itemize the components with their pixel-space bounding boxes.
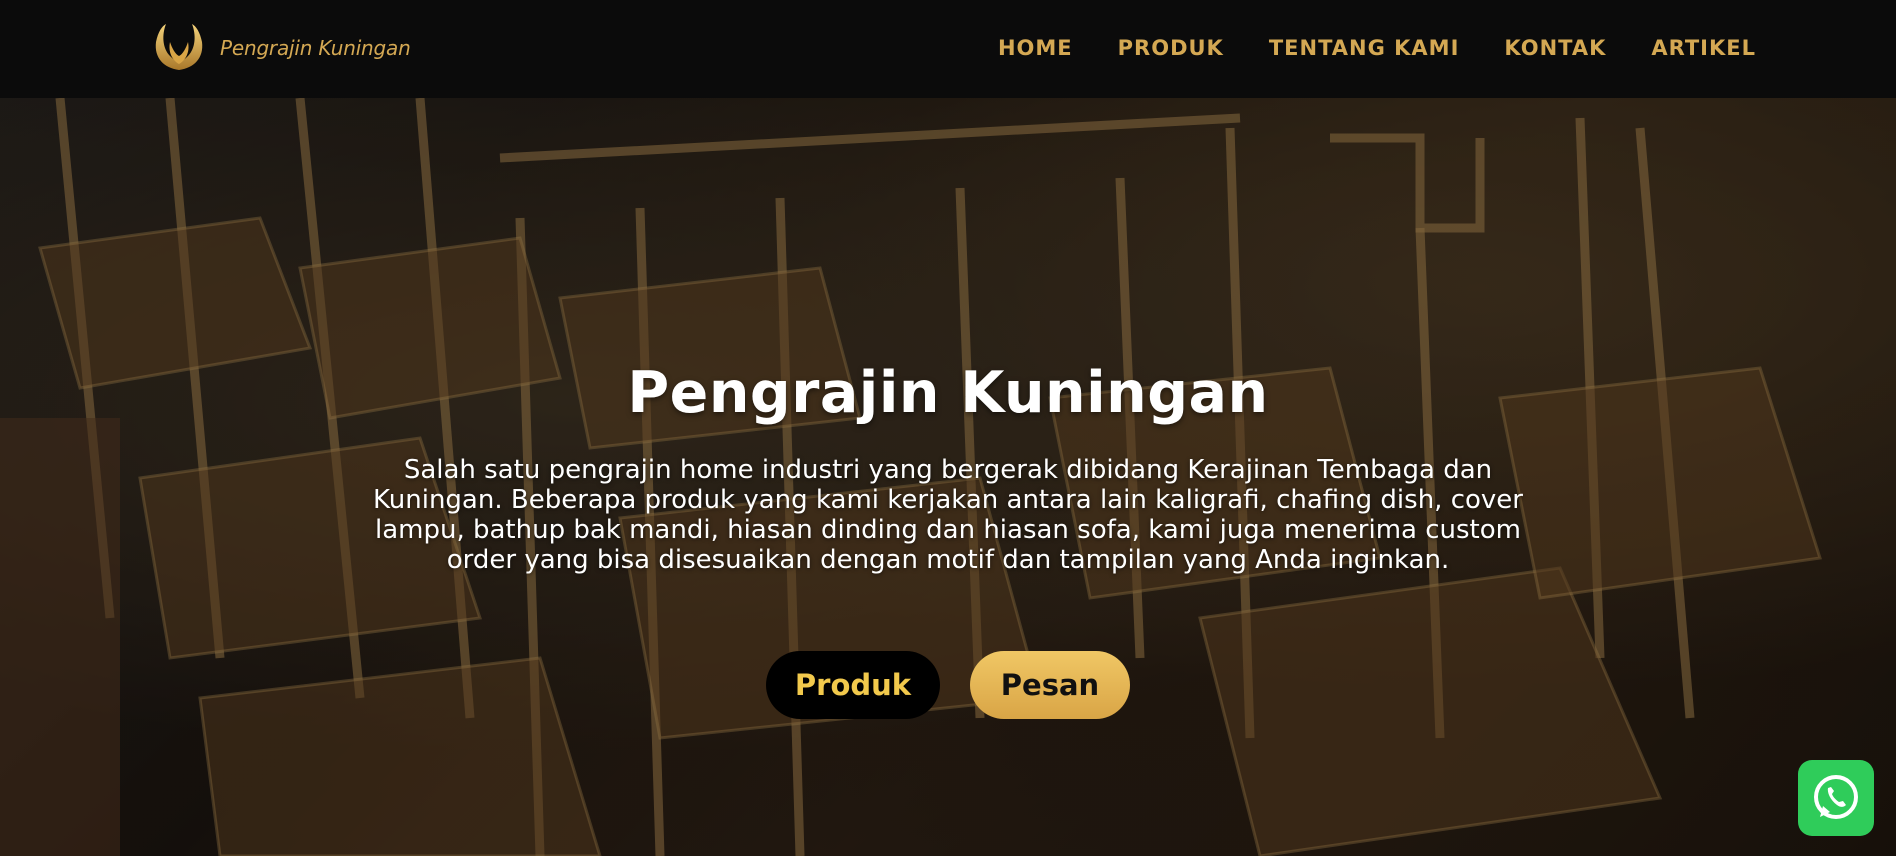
hero-content: Pengrajin Kuningan Salah satu pengrajin … (0, 98, 1896, 856)
hero-section: Pengrajin Kuningan Salah satu pengrajin … (0, 98, 1896, 856)
brand-logo-link[interactable]: Pengrajin Kuningan (148, 22, 411, 74)
nav-item-kontak[interactable]: KONTAK (1504, 36, 1606, 60)
pesan-button[interactable]: Pesan (970, 651, 1130, 719)
nav-item-produk[interactable]: PRODUK (1118, 36, 1224, 60)
golden-wings-logo-icon (155, 24, 203, 70)
whatsapp-icon (1814, 775, 1858, 819)
nav-item-artikel[interactable]: ARTIKEL (1651, 36, 1756, 60)
hero-description: Salah satu pengrajin home industri yang … (373, 455, 1523, 575)
nav-item-tentang-kami[interactable]: TENTANG KAMI (1269, 36, 1460, 60)
produk-button[interactable]: Produk (766, 651, 940, 719)
nav-item-home[interactable]: HOME (998, 36, 1073, 60)
whatsapp-button[interactable] (1798, 760, 1874, 836)
brand-name: Pengrajin Kuningan (220, 36, 411, 60)
hero-title: Pengrajin Kuningan (627, 360, 1269, 426)
main-nav: HOME PRODUK TENTANG KAMI KONTAK ARTIKEL (953, 36, 1756, 60)
site-header: Pengrajin Kuningan HOME PRODUK TENTANG K… (0, 0, 1896, 98)
hero-buttons: Produk Pesan (0, 651, 1896, 719)
